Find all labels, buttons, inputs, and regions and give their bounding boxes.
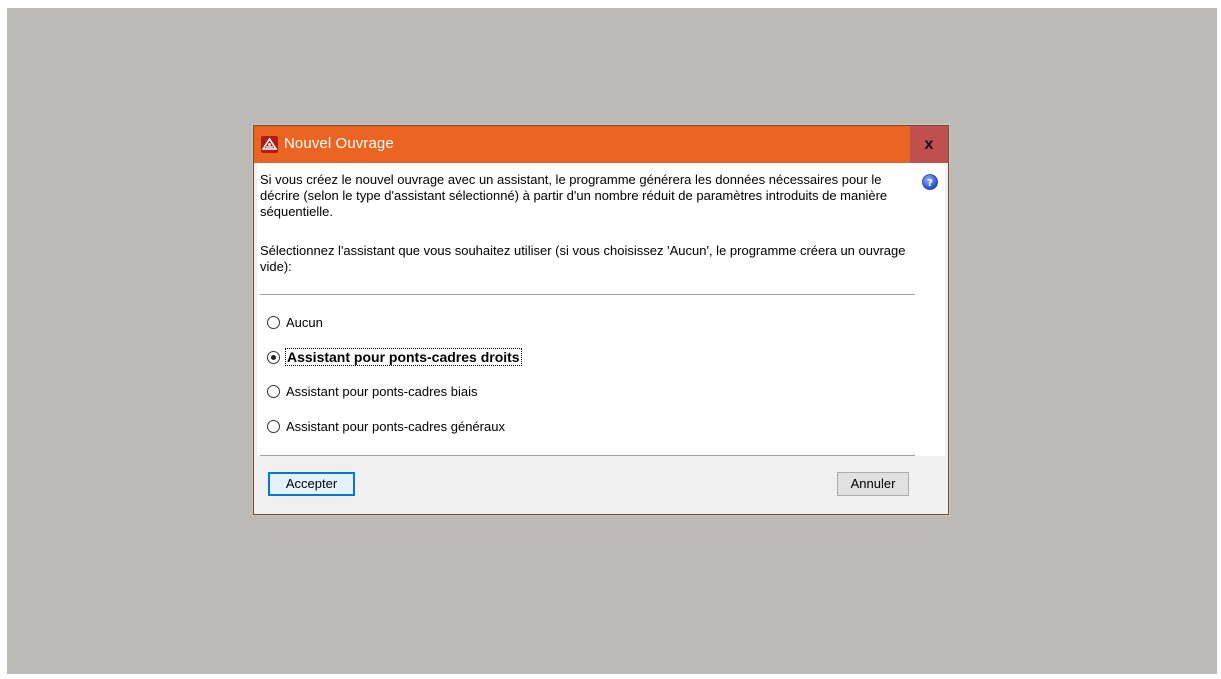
app-logo-icon	[261, 136, 278, 153]
radio-skew-frame-bridge[interactable]	[267, 384, 280, 398]
radio-straight-frame-bridge[interactable]	[267, 350, 280, 364]
accept-button[interactable]: Accepter	[268, 472, 355, 496]
option-skew-frame-bridge[interactable]: Assistant pour ponts-cadres biais	[267, 381, 477, 401]
dialog-body: Si vous créez le nouvel ouvrage avec un …	[257, 163, 945, 511]
option-straight-frame-bridge-label: Assistant pour ponts-cadres droits	[285, 348, 522, 366]
radio-none[interactable]	[267, 315, 280, 329]
option-none[interactable]: Aucun	[267, 312, 323, 332]
svg-text:?: ?	[927, 178, 933, 189]
close-icon: x	[924, 136, 934, 153]
dialog-content: Si vous créez le nouvel ouvrage avec un …	[257, 163, 945, 511]
close-button[interactable]: x	[910, 126, 948, 163]
instruction-text: Sélectionnez l'assistant que vous souhai…	[260, 243, 906, 274]
dialog-titlebar[interactable]: Nouvel Ouvrage x	[254, 126, 948, 163]
cancel-button[interactable]: Annuler	[837, 472, 909, 496]
option-none-label: Aucun	[286, 314, 323, 330]
option-general-frame-bridge[interactable]: Assistant pour ponts-cadres généraux	[267, 416, 505, 436]
option-straight-frame-bridge[interactable]: Assistant pour ponts-cadres droits	[267, 347, 522, 367]
option-skew-frame-bridge-label: Assistant pour ponts-cadres biais	[286, 383, 478, 399]
new-structure-dialog: Nouvel Ouvrage x Si vous créez le nouvel…	[253, 125, 949, 515]
radio-general-frame-bridge[interactable]	[267, 419, 280, 433]
help-icon[interactable]: ?	[922, 174, 938, 190]
dialog-title: Nouvel Ouvrage	[284, 135, 394, 152]
dialog-footer: Accepter Annuler	[257, 456, 945, 511]
separator-top	[260, 294, 915, 295]
description-text: Si vous créez le nouvel ouvrage avec un …	[260, 172, 888, 219]
option-general-frame-bridge-label: Assistant pour ponts-cadres généraux	[286, 418, 505, 434]
desktop-backdrop: Nouvel Ouvrage x Si vous créez le nouvel…	[7, 8, 1217, 674]
